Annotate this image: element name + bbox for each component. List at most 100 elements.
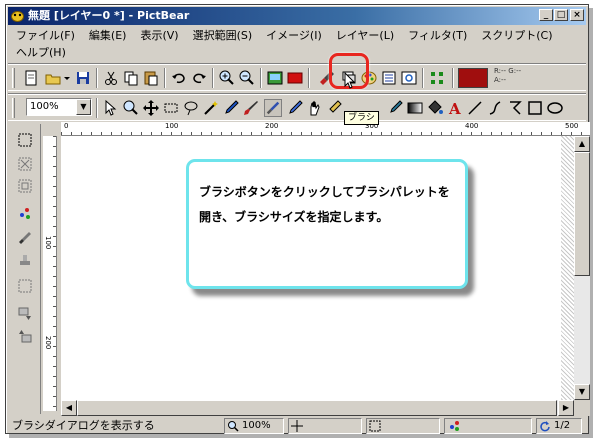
fill-bucket-icon[interactable]	[426, 99, 444, 117]
rotate-icon	[540, 421, 550, 432]
undo-icon[interactable]	[170, 69, 188, 87]
zoom-out-icon[interactable]	[238, 69, 256, 87]
layer-up-icon[interactable]	[17, 328, 33, 344]
zoom-in-icon[interactable]	[218, 69, 236, 87]
horizontal-scroll-thumb[interactable]	[77, 400, 557, 416]
redo-icon[interactable]	[190, 69, 208, 87]
pencil-icon[interactable]	[286, 99, 304, 117]
history-icon[interactable]	[380, 69, 398, 87]
image-icon[interactable]	[266, 69, 284, 87]
ellipse-tool-icon[interactable]	[546, 99, 564, 117]
navigator-icon[interactable]	[400, 69, 418, 87]
scroll-left-button[interactable]: ◀	[61, 400, 77, 416]
menu-bar: ファイル(F) 編集(E) 表示(V) 選択範囲(S) イメージ(I) レイヤー(L) フィ…	[8, 27, 568, 63]
move-icon[interactable]	[142, 99, 160, 117]
toolbar-separator	[96, 68, 98, 88]
toolbar-grip[interactable]	[12, 68, 15, 88]
zoom-select-value: 100%	[30, 101, 59, 112]
toolbar-grip[interactable]	[12, 98, 15, 118]
layer-down-icon[interactable]	[17, 306, 33, 322]
lasso-icon[interactable]	[182, 99, 200, 117]
menu-edit[interactable]: 編集(E)	[89, 27, 127, 44]
brush-small-icon[interactable]	[17, 230, 33, 246]
brush-tool-icon[interactable]	[242, 99, 260, 117]
line-tool-icon[interactable]	[466, 99, 484, 117]
menu-layer[interactable]: レイヤー(L)	[336, 27, 394, 44]
rectangle-tool-icon[interactable]	[526, 99, 544, 117]
foreground-color-swatch[interactable]	[458, 68, 488, 88]
dropper-icon[interactable]	[386, 99, 404, 117]
status-position-panel	[288, 418, 362, 434]
status-page-panel: 1/2	[536, 418, 582, 434]
menu-view[interactable]: 表示(V)	[140, 27, 178, 44]
copy-icon[interactable]	[122, 69, 140, 87]
status-size-panel	[366, 418, 440, 434]
stamp-icon[interactable]	[17, 252, 33, 268]
svg-text:A: A	[448, 100, 461, 117]
new-file-icon[interactable]	[22, 69, 40, 87]
transform-icon[interactable]	[428, 69, 446, 87]
ruler-label: 200	[44, 336, 52, 350]
menu-image[interactable]: イメージ(I)	[266, 27, 322, 44]
open-folder-icon[interactable]	[44, 69, 62, 87]
select-all-icon[interactable]	[17, 132, 33, 148]
minimize-button[interactable]: _	[539, 9, 553, 21]
ruler-label: 200	[265, 122, 279, 130]
menu-filter[interactable]: フィルタ(T)	[408, 27, 467, 44]
chevron-down-icon[interactable]: ▼	[76, 99, 91, 115]
scroll-right-button[interactable]: ▶	[558, 400, 574, 416]
text-tool-icon[interactable]: A	[446, 99, 464, 117]
maximize-button[interactable]: □	[554, 9, 568, 21]
toolbar-separator	[212, 68, 214, 88]
vertical-scrollbar[interactable]: ▲ ▼	[574, 136, 590, 400]
menu-file[interactable]: ファイル(F)	[16, 27, 75, 44]
pen-icon[interactable]	[222, 99, 240, 117]
status-zoom: 100%	[242, 420, 271, 431]
ruler-label: 0	[64, 122, 69, 130]
menu-script[interactable]: スクリプト(C)	[481, 27, 552, 44]
zoom-icon	[228, 421, 239, 432]
dropdown-arrow-icon[interactable]	[62, 69, 72, 87]
fill-rect-icon[interactable]	[286, 69, 304, 87]
invert-selection-icon[interactable]	[17, 178, 33, 194]
cut-icon[interactable]	[102, 69, 120, 87]
scroll-down-button[interactable]: ▼	[574, 384, 590, 400]
menu-help[interactable]: ヘルプ(H)	[16, 44, 66, 61]
hand-icon[interactable]	[306, 99, 324, 117]
magic-wand-icon[interactable]	[202, 99, 220, 117]
rect-select-icon[interactable]	[162, 99, 180, 117]
scroll-up-button[interactable]: ▲	[574, 136, 590, 152]
brush-tooltip: ブラシ	[344, 111, 379, 125]
title-bar[interactable]: 無題 [レイヤー0 *] - PictBear _ □ ×	[8, 7, 586, 25]
scroll-corner	[574, 400, 590, 416]
close-button[interactable]: ×	[570, 9, 584, 21]
selection-size-icon	[369, 420, 381, 432]
paste-icon[interactable]	[142, 69, 160, 87]
zoom-select[interactable]: 100% ▼	[26, 98, 92, 116]
select-arrow-icon[interactable]	[102, 99, 120, 117]
horizontal-scrollbar[interactable]: ◀ ▶	[61, 400, 574, 416]
deselect-icon[interactable]	[17, 156, 33, 172]
window-title: 無題 [レイヤー0 *] - PictBear	[28, 9, 190, 22]
callout-line-1: ブラシボタンをクリックしてブラシパレットを	[199, 185, 450, 199]
left-toolbox	[9, 124, 41, 414]
status-color-panel	[444, 418, 532, 434]
status-message: ブラシダイアログを表示する	[12, 419, 155, 432]
zoom-tool-icon[interactable]	[122, 99, 140, 117]
gradient-icon[interactable]	[406, 99, 424, 117]
save-icon[interactable]	[74, 69, 92, 87]
vertical-scroll-thumb[interactable]	[574, 152, 590, 276]
callout-line-2: 開き、ブラシサイズを指定します。	[199, 210, 389, 224]
airbrush-icon[interactable]	[326, 99, 344, 117]
toolbar-separator	[422, 68, 424, 88]
color-dots-icon	[450, 421, 459, 431]
canvas-size-icon[interactable]	[17, 278, 33, 294]
curve-tool-icon[interactable]	[486, 99, 504, 117]
toolbar-separator	[452, 68, 454, 88]
color-dots-icon[interactable]	[17, 206, 33, 222]
menu-selection[interactable]: 選択範囲(S)	[193, 27, 253, 44]
app-window: 無題 [レイヤー0 *] - PictBear _ □ × ファイル(F) 編集(…	[5, 4, 590, 434]
polyline-tool-icon[interactable]	[506, 99, 524, 117]
color-readout: R:-- G:-- A:--	[494, 67, 522, 84]
active-brush-icon[interactable]	[264, 99, 282, 117]
